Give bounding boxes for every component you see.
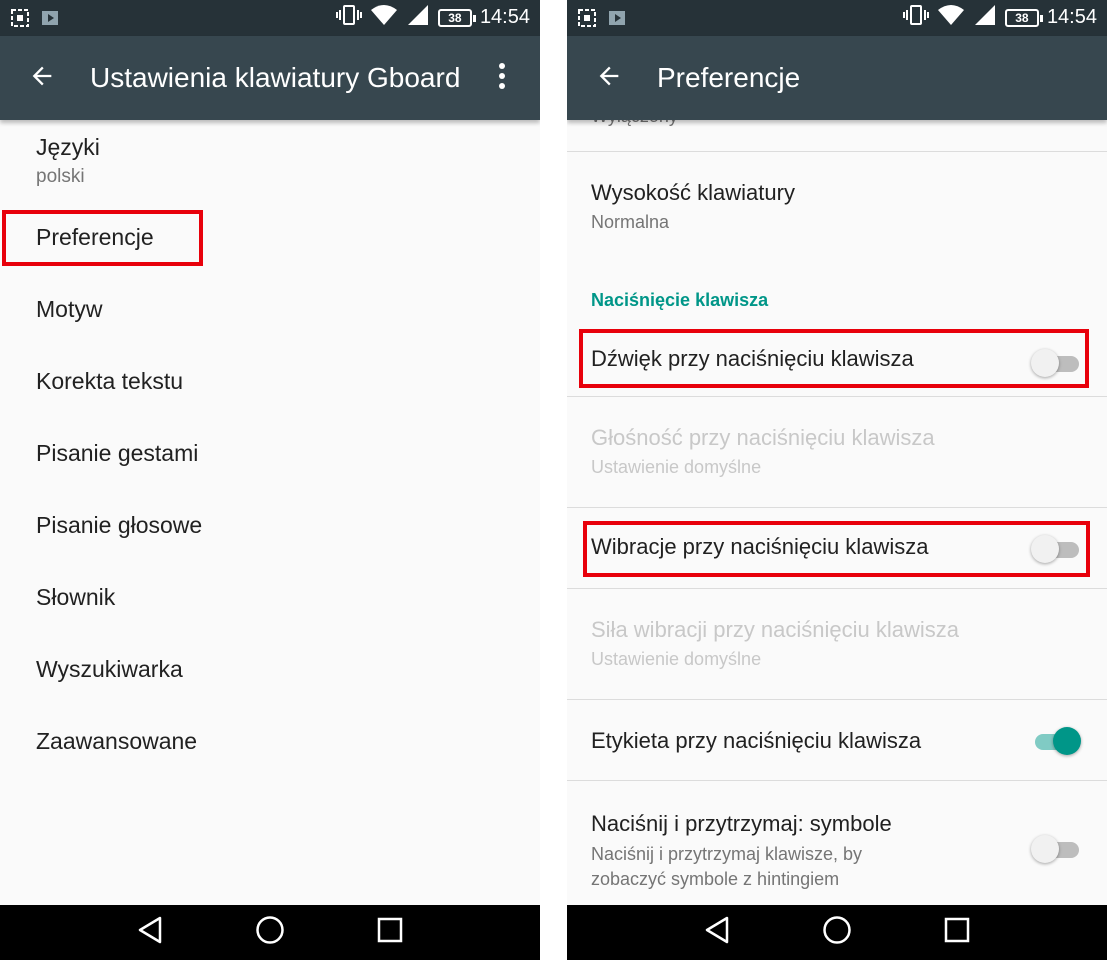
pref-long-press-symbols[interactable]: Naciśnij i przytrzymaj: symbole Naciśnij… — [567, 781, 1107, 905]
highlight-box-vibration — [583, 521, 1090, 577]
pref-popup-on-keypress[interactable]: Etykieta przy naciśnięciu klawisza — [567, 700, 1107, 780]
menu-item-label: Pisanie głosowe — [36, 512, 203, 538]
signal-icon — [406, 4, 430, 31]
preferences-screen: 38 14:54 Preferencje Wyłączony Wysokość … — [567, 0, 1107, 960]
pref-title: Głośność przy naciśnięciu klawisza — [591, 425, 935, 450]
signal-icon — [973, 4, 997, 31]
popup-toggle[interactable] — [1031, 726, 1081, 756]
pref-sub-line2: zobaczyć symbole z hintingiem — [591, 869, 840, 889]
page-title: Preferencje — [657, 62, 801, 93]
menu-item-advanced[interactable]: Zaawansowane — [0, 712, 540, 772]
nav-recents-icon — [376, 916, 404, 949]
nav-back-icon — [137, 915, 163, 950]
menu-item-voice-typing[interactable]: Pisanie głosowe — [0, 496, 540, 556]
menu-item-label: Zaawansowane — [36, 728, 198, 754]
pref-title: Siła wibracji przy naciśnięciu klawisza — [591, 617, 960, 642]
pref-sound-volume: Głośność przy naciśnięciu klawisza Ustaw… — [567, 397, 1107, 507]
back-arrow-icon — [595, 62, 623, 95]
more-options-button[interactable] — [482, 58, 522, 98]
vibrate-icon — [902, 4, 929, 31]
pref-sub: Normalna — [591, 212, 670, 232]
settings-screen: 38 14:54 Ustawienia klawiatury Gboard Ję… — [0, 0, 540, 960]
highlight-box-sound — [579, 329, 1089, 388]
vibrate-icon — [335, 4, 362, 31]
back-button[interactable] — [589, 58, 629, 98]
pref-title: Etykieta przy naciśnięciu klawisza — [591, 728, 922, 753]
play-store-icon — [40, 8, 60, 33]
menu-item-search[interactable]: Wyszukiwarka — [0, 640, 540, 700]
app-bar: Preferencje — [567, 36, 1107, 120]
menu-item-languages[interactable]: Języki polski — [0, 120, 540, 200]
partial-item-sub: Wyłączony — [591, 120, 678, 129]
long-press-toggle[interactable] — [1031, 834, 1079, 864]
more-vert-icon — [498, 62, 506, 95]
menu-item-text-correction[interactable]: Korekta tekstu — [0, 352, 540, 412]
back-arrow-icon — [28, 62, 56, 95]
nav-recents-button[interactable] — [359, 913, 421, 953]
nav-home-icon — [255, 915, 285, 950]
menu-item-label: Korekta tekstu — [36, 368, 184, 394]
battery-icon: 38 — [1004, 8, 1043, 27]
menu-item-label: Słownik — [36, 584, 116, 610]
nav-home-icon — [822, 915, 852, 950]
play-store-icon — [607, 8, 627, 33]
wifi-icon — [937, 4, 965, 31]
pref-sub-line1: Naciśnij i przytrzymaj klawisze, by — [591, 844, 863, 864]
clock: 14:54 — [479, 6, 530, 28]
menu-item-label: Języki — [36, 134, 100, 160]
pref-title: Wysokość klawiatury — [591, 180, 795, 205]
status-bar: 38 14:54 — [567, 0, 1107, 36]
status-bar: 38 14:54 — [0, 0, 540, 36]
nav-back-button[interactable] — [119, 913, 181, 953]
nav-recents-button[interactable] — [926, 913, 988, 953]
highlight-box-preferences — [2, 210, 203, 266]
nav-home-button[interactable] — [806, 913, 868, 953]
screenshot-icon — [10, 8, 30, 33]
pref-vibration-strength: Siła wibracji przy naciśnięciu klawisza … — [567, 589, 1107, 699]
pref-sub: Ustawienie domyślne — [591, 649, 762, 669]
menu-item-theme[interactable]: Motyw — [0, 280, 540, 340]
page-title: Ustawienia klawiatury Gboard — [90, 62, 461, 93]
back-button[interactable] — [22, 58, 62, 98]
nav-back-button[interactable] — [686, 913, 748, 953]
wifi-icon — [370, 4, 398, 31]
screenshot-icon — [577, 8, 597, 33]
menu-item-glide-typing[interactable]: Pisanie gestami — [0, 424, 540, 484]
menu-item-label: Pisanie gestami — [36, 440, 199, 466]
pref-keyboard-height[interactable]: Wysokość klawiatury Normalna — [567, 152, 1107, 262]
preferences-list: Wyłączony Wysokość klawiatury Normalna N… — [567, 120, 1107, 905]
nav-recents-icon — [943, 916, 971, 949]
pref-sub: Ustawienie domyślne — [591, 457, 762, 477]
nav-home-button[interactable] — [239, 913, 301, 953]
app-bar: Ustawienia klawiatury Gboard — [0, 36, 540, 120]
navigation-bar — [567, 905, 1107, 960]
menu-item-label: Motyw — [36, 296, 103, 322]
clock: 14:54 — [1046, 6, 1097, 28]
nav-back-icon — [704, 915, 730, 950]
menu-item-label: Wyszukiwarka — [36, 656, 183, 682]
navigation-bar — [0, 905, 540, 960]
section-header-keypress: Naciśnięcie klawisza — [591, 290, 769, 310]
battery-icon: 38 — [437, 8, 476, 27]
menu-item-sub: polski — [36, 166, 85, 187]
pref-title: Naciśnij i przytrzymaj: symbole — [591, 811, 892, 836]
menu-item-dictionary[interactable]: Słownik — [0, 568, 540, 628]
